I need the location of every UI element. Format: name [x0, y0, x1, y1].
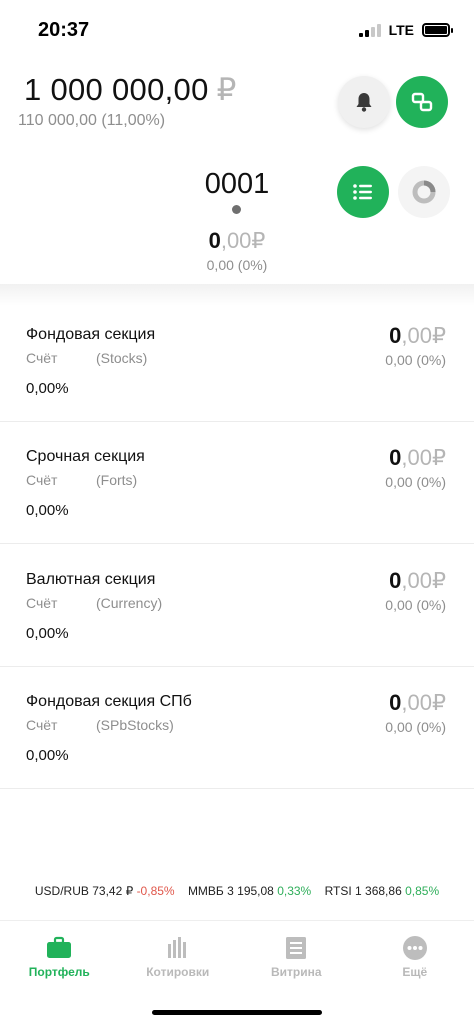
tab-label: Ещё — [402, 965, 428, 979]
notifications-button[interactable] — [338, 76, 390, 128]
market-ticker[interactable]: USD/RUB 73,42 ₽ -0,85% ММВБ 3 195,08 0,3… — [0, 884, 474, 898]
section-title: Фондовая секция СПб — [26, 693, 192, 710]
section-value-int: 0 — [389, 568, 402, 593]
tab-portfolio[interactable]: Портфель — [0, 921, 119, 994]
section-percent: 0,00% — [26, 625, 69, 642]
tab-label: Портфель — [28, 965, 90, 979]
tab-showcase[interactable]: Витрина — [237, 921, 356, 994]
section-value-frac: ,00₽ — [401, 445, 446, 470]
more-icon — [402, 935, 428, 961]
currency-symbol: ₽ — [216, 72, 237, 107]
tab-label: Витрина — [270, 965, 322, 979]
section-forts[interactable]: Срочная секция Счёт (Forts) 0,00% 0,00₽ … — [0, 422, 474, 544]
section-title: Срочная секция — [26, 448, 145, 465]
switch-icon — [411, 92, 433, 112]
section-value-frac: ,00₽ — [401, 323, 446, 348]
section-value-int: 0 — [389, 690, 402, 715]
status-time: 20:37 — [38, 19, 90, 41]
status-indicators: LTE — [358, 22, 453, 38]
section-value: 0,00₽ — [389, 568, 446, 594]
section-value-frac: ,00₽ — [401, 568, 446, 593]
account-change: 0,00 (0%) — [206, 257, 268, 273]
section-account-label: Счёт — [26, 472, 58, 488]
bar-chart-icon — [165, 935, 191, 961]
page-indicator-dot — [232, 205, 241, 214]
ticker-change: 0,33% — [277, 884, 312, 898]
section-percent: 0,00% — [26, 502, 69, 519]
chart-view-button[interactable] — [398, 166, 450, 218]
switch-account-button[interactable] — [396, 76, 448, 128]
ticker-change: 0,85% — [405, 884, 440, 898]
section-change: 0,00 (0%) — [385, 719, 446, 735]
section-account-label: Счёт — [26, 595, 58, 611]
section-percent: 0,00% — [26, 380, 69, 397]
portfolio-total-value: 1 000 000,00 ₽ — [24, 72, 237, 108]
section-stocks[interactable]: Фондовая секция Счёт (Stocks) 0,00% 0,00… — [0, 300, 474, 422]
section-type: (Currency) — [96, 595, 163, 611]
portfolio-total-change: 110 000,00 (11,00%) — [18, 112, 166, 129]
signal-icon — [358, 23, 383, 37]
section-change: 0,00 (0%) — [385, 352, 446, 368]
section-value-int: 0 — [389, 445, 402, 470]
section-value: 0,00₽ — [389, 323, 446, 349]
section-account-label: Счёт — [26, 350, 58, 366]
ticker-item-micex: ММВБ 3 195,08 0,33% — [188, 884, 311, 898]
account-value-int: 0 — [208, 228, 221, 253]
section-value-int: 0 — [389, 323, 402, 348]
section-type: (Stocks) — [96, 350, 148, 366]
home-indicator[interactable] — [152, 1010, 322, 1015]
donut-chart-icon — [412, 180, 436, 204]
briefcase-icon — [46, 935, 72, 961]
ticker-label: USD/RUB 73,42 ₽ — [34, 884, 134, 898]
bell-icon — [356, 93, 372, 112]
section-value-frac: ,00₽ — [401, 690, 446, 715]
ticker-item-usdrub: USD/RUB 73,42 ₽ -0,85% — [35, 884, 175, 898]
tab-bar: Портфель Котировки Витрина Ещё — [0, 920, 474, 994]
section-change: 0,00 (0%) — [385, 597, 446, 613]
section-type: (SPbStocks) — [96, 717, 174, 733]
tab-label: Котировки — [146, 965, 210, 979]
section-currency[interactable]: Валютная секция Счёт (Currency) 0,00% 0,… — [0, 545, 474, 667]
ticker-label: RTSI 1 368,86 — [324, 884, 402, 898]
section-spb-stocks[interactable]: Фондовая секция СПб Счёт (SPbStocks) 0,0… — [0, 667, 474, 789]
status-bar: 20:37 LTE — [0, 0, 474, 60]
section-type: (Forts) — [96, 472, 138, 488]
section-change: 0,00 (0%) — [385, 474, 446, 490]
section-title: Валютная секция — [26, 571, 156, 588]
document-icon — [283, 935, 309, 961]
ticker-item-rtsi: RTSI 1 368,86 0,85% — [325, 884, 440, 898]
network-type: LTE — [388, 22, 414, 38]
portfolio-total-amount: 1 000 000,00 — [24, 72, 209, 107]
list-icon — [353, 184, 372, 200]
ticker-label: ММВБ 3 195,08 — [187, 884, 274, 898]
ticker-change: -0,85% — [136, 884, 175, 898]
battery-icon — [422, 23, 453, 37]
tab-more[interactable]: Ещё — [356, 921, 474, 994]
section-percent: 0,00% — [26, 747, 69, 764]
section-title: Фондовая секция — [26, 326, 156, 343]
section-value: 0,00₽ — [389, 445, 446, 471]
tab-quotes[interactable]: Котировки — [119, 921, 238, 994]
list-view-button[interactable] — [337, 166, 389, 218]
account-value: 0,00₽ — [0, 228, 474, 254]
section-value: 0,00₽ — [389, 690, 446, 716]
account-value-frac: ,00₽ — [220, 228, 266, 253]
section-account-label: Счёт — [26, 717, 58, 733]
